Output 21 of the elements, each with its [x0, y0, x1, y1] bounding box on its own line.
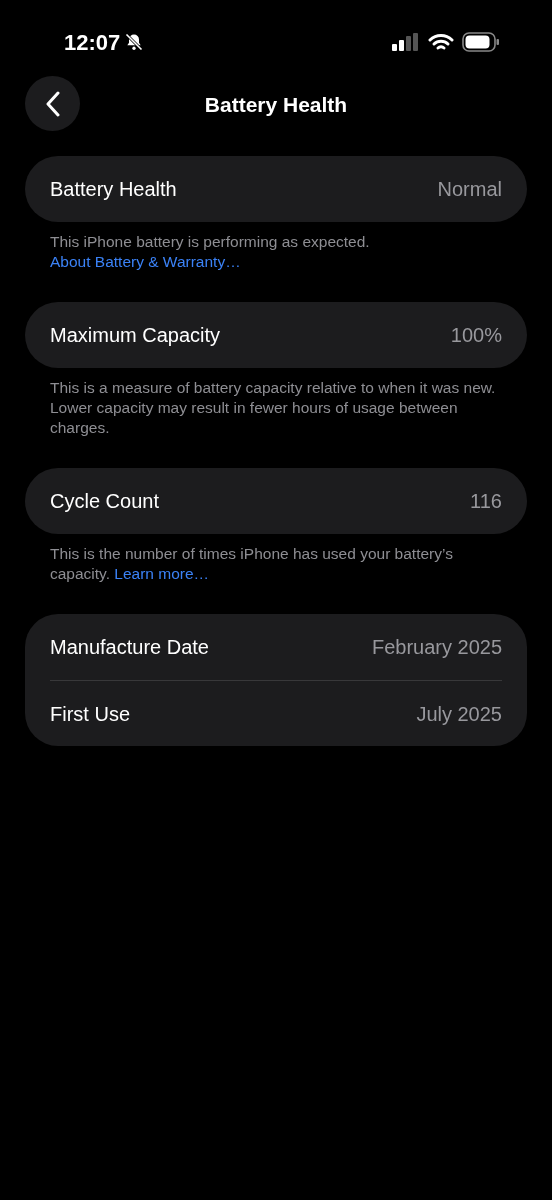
battery-icon	[462, 32, 500, 52]
footer-note: This iPhone battery is performing as expected. About Battery & Warranty…	[49, 232, 371, 272]
row-value: February 2025	[371, 635, 502, 660]
row-label: First Use	[50, 701, 130, 727]
row-label: Manufacture Date	[50, 635, 209, 660]
page-title: Battery Health	[204, 92, 348, 119]
row-value: 116	[470, 489, 502, 514]
signal-icon	[392, 33, 420, 51]
row-label: Battery Health	[50, 177, 177, 202]
wifi-icon	[428, 32, 454, 52]
row-value: 100%	[450, 323, 502, 348]
footer-link[interactable]: Learn more…	[114, 565, 210, 582]
chevron-left-icon	[44, 90, 61, 117]
row-label: Maximum Capacity	[50, 323, 221, 348]
footer-link[interactable]: About Battery & Warranty…	[50, 253, 241, 270]
footer-note: This is the number of times iPhone has used your battery’s capacity. Learn more…	[49, 544, 454, 584]
row-label: Cycle Count	[50, 489, 159, 514]
footer-note: This is a measure of battery capacity relative to when it was new. Lower capacity may result in fewer hours of usage between charges.	[49, 378, 497, 438]
status-time: 12:07	[64, 28, 121, 57]
row-value: July 2025	[416, 701, 502, 727]
row-value: Normal	[437, 177, 502, 202]
